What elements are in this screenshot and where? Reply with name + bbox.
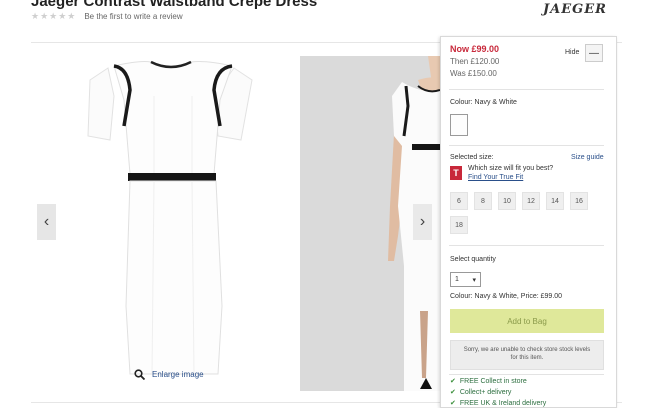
- selected-size-label: Selected size:: [450, 154, 494, 161]
- quantity-select[interactable]: 1 ▾: [450, 272, 481, 287]
- hide-label[interactable]: Hide: [565, 49, 579, 56]
- gallery-prev-button[interactable]: ‹: [37, 204, 56, 240]
- size-option-8[interactable]: 8: [474, 192, 492, 210]
- delivery-label: Collect+ delivery: [459, 388, 512, 396]
- truefit-logo-icon: T: [450, 166, 462, 180]
- rating-stars-icon: ★★★★★: [31, 11, 77, 21]
- colour-price-summary: Colour: Navy & White, Price: £99.00: [450, 293, 563, 300]
- size-divider: [449, 245, 604, 246]
- truefit-link[interactable]: Find Your True Fit: [468, 174, 523, 181]
- quantity-value: 1: [455, 276, 459, 283]
- magnifier-icon: [134, 369, 145, 380]
- size-option-10[interactable]: 10: [498, 192, 516, 210]
- size-option-6[interactable]: 6: [450, 192, 468, 210]
- size-option-12[interactable]: 12: [522, 192, 540, 210]
- chevron-left-icon: ‹: [43, 213, 50, 230]
- purchase-panel: Now £99.00 Then £120.00 Was £150.00 Hide…: [440, 36, 617, 408]
- add-to-bag-button[interactable]: Add to Bag: [450, 309, 604, 333]
- delivery-divider: [449, 374, 604, 375]
- now-price: Now £99.00: [450, 44, 500, 54]
- colour-label: Colour: Navy & White: [450, 99, 517, 106]
- gallery-next-button[interactable]: ›: [413, 204, 432, 240]
- chevron-right-icon: ›: [419, 213, 426, 230]
- delivery-option-uk-ireland: ✔ FREE UK & Ireland delivery: [450, 399, 547, 408]
- chevron-down-icon: ▾: [472, 276, 476, 284]
- truefit-question: Which size will fit you best?: [468, 165, 554, 172]
- enlarge-image-link[interactable]: Enlarge image: [134, 369, 204, 380]
- size-option-14[interactable]: 14: [546, 192, 564, 210]
- review-row: ★★★★★ Be the first to write a review: [31, 11, 183, 22]
- price-divider: [449, 89, 604, 90]
- size-guide-link[interactable]: Size guide: [571, 154, 604, 161]
- product-image-main[interactable]: [56, 56, 296, 386]
- enlarge-image-label: Enlarge image: [152, 370, 204, 379]
- minus-icon: —: [589, 47, 599, 59]
- delivery-label: FREE UK & Ireland delivery: [459, 399, 547, 407]
- colour-divider: [449, 145, 604, 146]
- size-option-18[interactable]: 18: [450, 216, 468, 234]
- product-title: Jaeger Contrast Waistband Crepe Dress: [31, 0, 318, 10]
- size-option-16[interactable]: 16: [570, 192, 588, 210]
- brand-logo[interactable]: JAEGER: [543, 2, 607, 17]
- collapse-panel-button[interactable]: —: [585, 44, 603, 62]
- check-icon: ✔: [450, 389, 456, 396]
- check-icon: ✔: [450, 378, 456, 385]
- check-icon: ✔: [450, 400, 456, 407]
- colour-swatch-navy-white[interactable]: [450, 114, 468, 136]
- delivery-option-collect-plus: ✔ Collect+ delivery: [450, 388, 512, 397]
- delivery-label: FREE Collect in store: [459, 377, 527, 385]
- dress-image: [87, 60, 253, 375]
- write-review-link[interactable]: Be the first to write a review: [84, 12, 182, 21]
- quantity-label: Select quantity: [450, 256, 496, 263]
- delivery-option-collect-in-store: ✔ FREE Collect in store: [450, 377, 527, 386]
- then-price: Then £120.00: [450, 57, 500, 66]
- stock-check-message: Sorry, we are unable to check store stoc…: [450, 340, 604, 370]
- was-price: Was £150.00: [450, 69, 497, 78]
